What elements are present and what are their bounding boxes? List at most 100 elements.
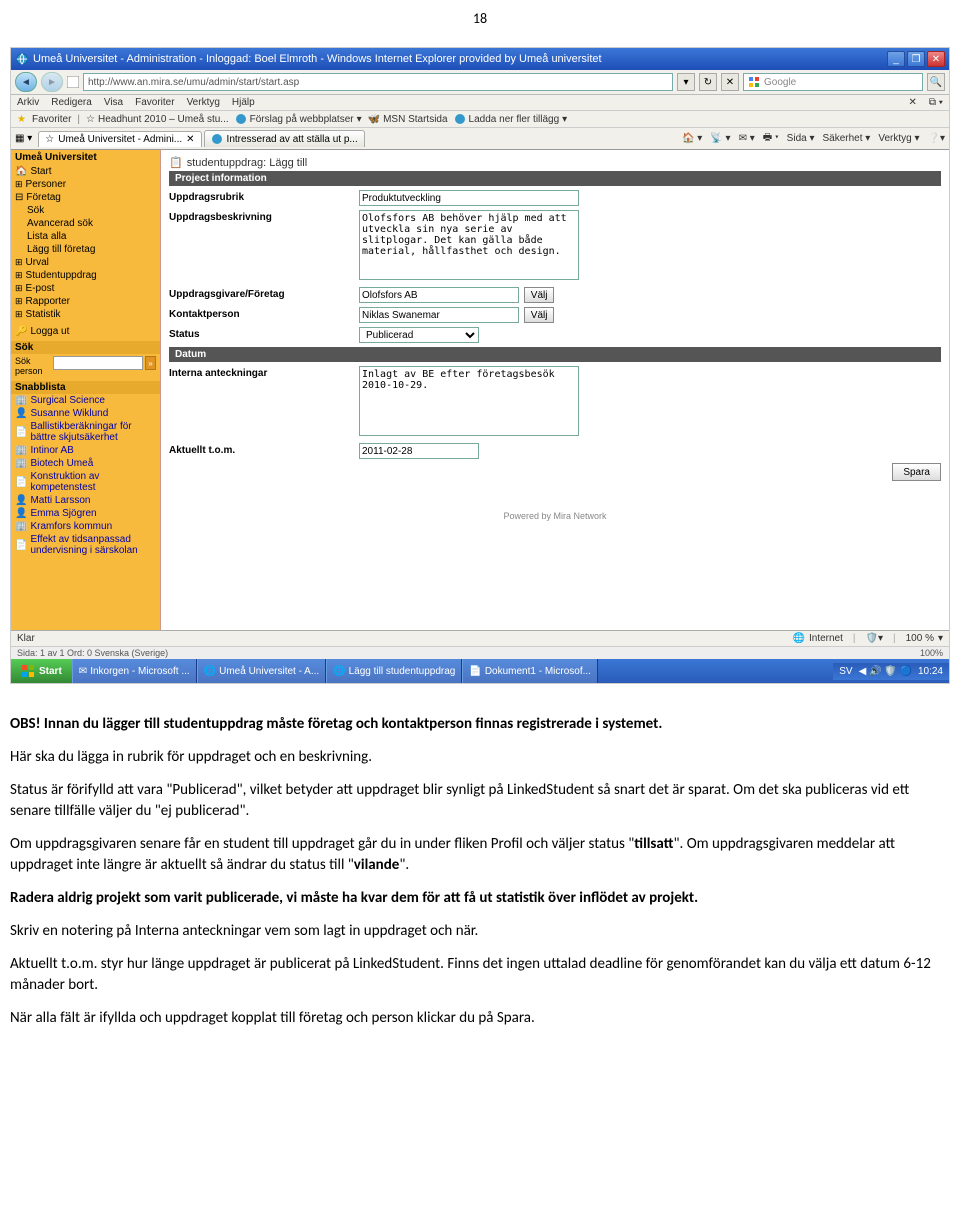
fav-forslag[interactable]: Förslag på webbplatser ▾ xyxy=(235,113,362,125)
fav-msn[interactable]: 🦋 MSN Startsida xyxy=(368,114,448,125)
label-status: Status xyxy=(169,327,359,340)
help-icon[interactable]: ❔▾ xyxy=(928,133,945,144)
p7: Aktuellt t.o.m. styr hur länge uppdraget… xyxy=(10,954,950,996)
snabb-susanne[interactable]: 👤 Susanne Wiklund xyxy=(11,407,160,420)
spara-button[interactable]: Spara xyxy=(892,463,941,481)
task-inkorgen[interactable]: ✉ Inkorgen - Microsoft ... xyxy=(72,659,197,683)
google-icon xyxy=(748,76,760,88)
sidebar-rapporter[interactable]: Rapporter xyxy=(11,295,160,308)
search-button[interactable]: 🔍 xyxy=(927,73,945,91)
sidebar-studentuppdrag[interactable]: Studentuppdrag xyxy=(11,269,160,282)
sidebar-logout[interactable]: 🔑 Logga ut xyxy=(11,325,160,338)
fav-headhunt[interactable]: ☆ Headhunt 2010 – Umeå stu... xyxy=(86,114,229,125)
favorites-bar: ★ Favoriter | ☆ Headhunt 2010 – Umeå stu… xyxy=(11,111,949,128)
snabb-effekt[interactable]: 📄 Effekt av tidsanpassad undervisning i … xyxy=(11,533,160,557)
menu-arkiv[interactable]: Arkiv xyxy=(17,97,39,108)
snabb-surgical[interactable]: 🏢 Surgical Science xyxy=(11,394,160,407)
tool-verktyg[interactable]: Verktyg ▾ xyxy=(878,133,919,144)
sok-go-button[interactable]: » xyxy=(145,356,156,370)
refresh-button[interactable]: ↻ xyxy=(699,73,717,91)
menu-redigera[interactable]: Redigera xyxy=(51,97,92,108)
home-icon[interactable]: 🏠 ▾ xyxy=(682,133,702,144)
ie-tab-bar: ▦ ▾ ☆ Umeå Universitet - Admini... ✕ Int… xyxy=(11,128,949,150)
sidebar-urval[interactable]: Urval xyxy=(11,256,160,269)
menu-visa[interactable]: Visa xyxy=(104,97,123,108)
tab-tools-icon[interactable]: ⧉ ▾ xyxy=(929,97,943,108)
tab-close-icon[interactable]: ✕ xyxy=(908,97,916,108)
sidebar-brand: Umeå Universitet xyxy=(11,150,160,165)
textarea-interna[interactable]: Inlagt av BE efter företagsbesök 2010-10… xyxy=(359,366,579,436)
input-aktuellt[interactable] xyxy=(359,443,479,459)
task-dokument[interactable]: 📄 Dokument1 - Microsof... xyxy=(462,659,598,683)
favorites-label[interactable]: Favoriter xyxy=(32,114,71,125)
print-icon[interactable]: 🖶 ▾ xyxy=(763,130,779,147)
sidebar-personer[interactable]: Personer xyxy=(11,178,160,191)
page-number: 18 xyxy=(10,10,950,27)
close-button[interactable]: ✕ xyxy=(927,51,945,67)
task-umea[interactable]: 🌐 Umeå Universitet - A... xyxy=(197,659,326,683)
sidebar: Umeå Universitet 🏠 Start Personer ⊟ Före… xyxy=(11,150,161,630)
feed-icon[interactable]: 📡 ▾ xyxy=(710,133,730,144)
textarea-beskrivning[interactable]: Olofsfors AB behöver hjälp med att utvec… xyxy=(359,210,579,280)
sidebar-foretag-lista[interactable]: Lista alla xyxy=(11,230,160,243)
snabb-ballistik[interactable]: 📄 Ballistikberäkningar för bättre skjuts… xyxy=(11,420,160,444)
snabb-kramfors[interactable]: 🏢 Kramfors kommun xyxy=(11,520,160,533)
task-laggtill[interactable]: 🌐 Lägg till studentuppdrag xyxy=(326,659,462,683)
menu-verktyg[interactable]: Verktyg xyxy=(187,97,220,108)
snabb-biotech[interactable]: 🏢 Biotech Umeå xyxy=(11,457,160,470)
label-foretag: Uppdragsgivare/Företag xyxy=(169,287,359,300)
go-button[interactable]: ▾ xyxy=(677,73,695,91)
mail-icon[interactable]: ✉ ▾ xyxy=(739,133,755,144)
tray-lang[interactable]: SV xyxy=(839,666,852,677)
protected-mode-icon: 🛡️▾ xyxy=(866,633,883,644)
p1-bold: OBS! Innan du lägger till studentuppdrag… xyxy=(10,715,662,733)
main-panel: 📋 studentuppdrag: Lägg till Project info… xyxy=(161,150,949,630)
p5-bold: Radera aldrig projekt som varit publicer… xyxy=(10,888,950,909)
zoom-label[interactable]: 100 % xyxy=(906,633,934,644)
valj-kontakt-button[interactable]: Välj xyxy=(524,307,555,323)
favorites-star-icon[interactable]: ★ xyxy=(17,114,26,125)
extra-status-text: Sida: 1 av 1 Ord: 0 Svenska (Sverige) xyxy=(17,648,168,658)
snabb-emma[interactable]: 👤 Emma Sjögren xyxy=(11,507,160,520)
page-icon xyxy=(67,76,79,88)
maximize-button[interactable]: ❐ xyxy=(907,51,925,67)
sidebar-statistik[interactable]: Statistik xyxy=(11,308,160,321)
snabb-konstruktion[interactable]: 📄 Konstruktion av kompetenstest xyxy=(11,470,160,494)
ie-tab-1[interactable]: ☆ Umeå Universitet - Admini... ✕ xyxy=(38,131,201,147)
label-interna: Interna anteckningar xyxy=(169,366,359,379)
url-input[interactable]: http://www.an.mira.se/umu/admin/start/st… xyxy=(83,73,673,91)
tabs-icon[interactable]: ▦ ▾ xyxy=(15,133,32,144)
stop-button[interactable]: ✕ xyxy=(721,73,739,91)
ie-titlebar: Umeå Universitet - Administration - Inlo… xyxy=(11,48,949,70)
tray-icons[interactable]: ◀ 🔊 🛡️ 🔵 xyxy=(859,666,912,677)
sidebar-epost[interactable]: E-post xyxy=(11,282,160,295)
tool-sida[interactable]: Sida ▾ xyxy=(787,133,815,144)
sidebar-foretag[interactable]: ⊟ Företag xyxy=(11,191,160,204)
ie-icon xyxy=(15,52,29,66)
minimize-button[interactable]: _ xyxy=(887,51,905,67)
input-rubrik[interactable] xyxy=(359,190,579,206)
windows-logo-icon xyxy=(21,664,35,678)
input-kontakt[interactable] xyxy=(359,307,519,323)
p3: Status är förifylld att vara "Publicerad… xyxy=(10,780,950,822)
sidebar-foretag-sok[interactable]: Sök xyxy=(11,204,160,217)
select-status[interactable]: Publicerad xyxy=(359,327,479,343)
search-box[interactable]: Google xyxy=(743,73,923,91)
start-button[interactable]: Start xyxy=(11,659,72,683)
fav-ladda[interactable]: Ladda ner fler tillägg ▾ xyxy=(454,113,568,125)
snabb-intinor[interactable]: 🏢 Intinor AB xyxy=(11,444,160,457)
ie-tab-2[interactable]: Intresserad av att ställa ut p... xyxy=(204,130,365,147)
sidebar-start[interactable]: 🏠 Start xyxy=(11,165,160,178)
menu-hjalp[interactable]: Hjälp xyxy=(232,97,255,108)
menu-favoriter[interactable]: Favoriter xyxy=(135,97,174,108)
input-foretag[interactable] xyxy=(359,287,519,303)
valj-foretag-button[interactable]: Välj xyxy=(524,287,555,303)
snabb-matti[interactable]: 👤 Matti Larsson xyxy=(11,494,160,507)
sidebar-foretag-avancerad[interactable]: Avancerad sök xyxy=(11,217,160,230)
windows-taskbar: Start ✉ Inkorgen - Microsoft ... 🌐 Umeå … xyxy=(11,659,949,683)
forward-button[interactable]: ► xyxy=(41,72,63,92)
sok-person-input[interactable] xyxy=(53,356,143,370)
tool-sakerhet[interactable]: Säkerhet ▾ xyxy=(823,133,871,144)
sidebar-foretag-lagg[interactable]: Lägg till företag xyxy=(11,243,160,256)
back-button[interactable]: ◄ xyxy=(15,72,37,92)
